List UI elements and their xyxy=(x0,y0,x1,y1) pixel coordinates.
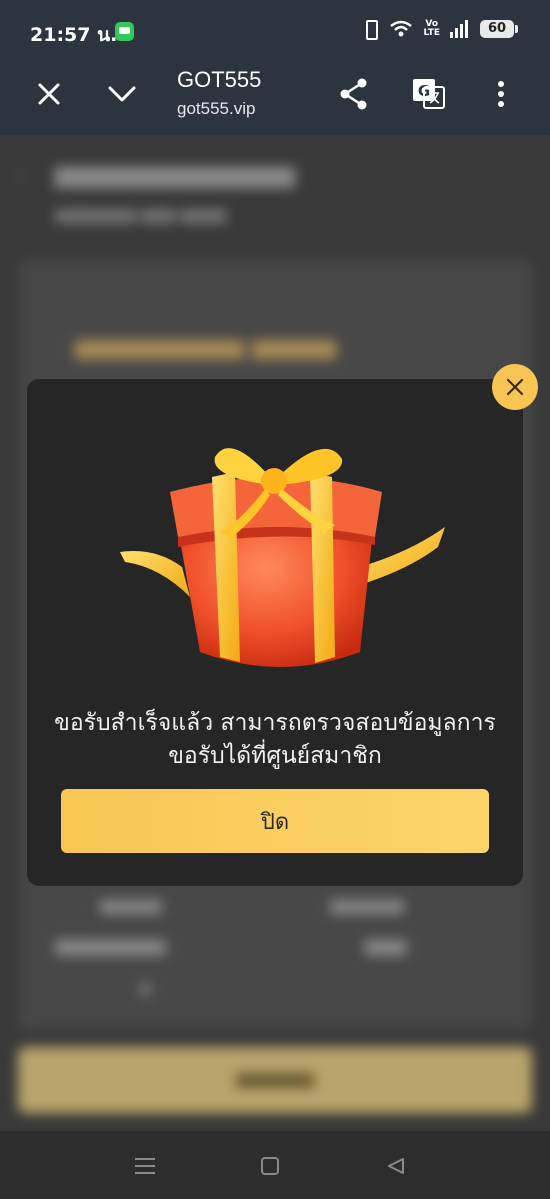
status-icons: Vo LTE 60 xyxy=(361,18,518,40)
blurred-column-header: ▆▆▆▆▆▆ xyxy=(330,895,404,914)
share-icon[interactable] xyxy=(332,72,376,116)
battery-icon: 60 xyxy=(480,20,518,38)
android-navbar xyxy=(0,1131,550,1199)
close-icon xyxy=(506,378,524,396)
menu-icon[interactable] xyxy=(132,1153,158,1179)
signal-icon xyxy=(450,20,470,38)
vibrate-icon xyxy=(361,18,379,40)
blurred-cell: ▆▆▆▆▆▆▆▆ xyxy=(55,935,166,956)
blurred-cell: ▆▆▆ xyxy=(365,935,407,956)
wifi-icon xyxy=(390,20,413,37)
browser-toolbar: GOT555 got555.vip G xyxy=(0,60,550,135)
blurred-column-header: ▆▆▆▆▆ xyxy=(100,895,162,914)
blurred-cell: ▆ xyxy=(140,980,151,996)
close-button[interactable]: ปิด xyxy=(61,789,489,853)
page-url[interactable]: got555.vip xyxy=(177,99,255,119)
page-title: GOT555 xyxy=(177,67,262,92)
home-square-icon[interactable] xyxy=(257,1153,283,1179)
blurred-card-title: ▆▆▆▆▆▆▆▆▆▆ ▆▆▆▆▆ xyxy=(75,335,337,360)
translate-icon[interactable]: G xyxy=(407,72,451,116)
modal-message: ขอรับสำเร็จแล้ว สามารถตรวจสอบข้อมูลการขอ… xyxy=(54,710,496,769)
modal-close-button[interactable] xyxy=(492,364,538,410)
blurred-button-label: ▆▆▆▆▆▆ xyxy=(235,1069,315,1089)
close-button-label: ปิด xyxy=(260,809,290,835)
blurred-action-button: ▆▆▆▆▆▆ xyxy=(18,1047,532,1113)
back-triangle-icon[interactable] xyxy=(383,1153,409,1179)
close-icon[interactable] xyxy=(27,72,71,116)
gift-box-icon xyxy=(120,448,445,667)
volte-label: Vo LTE xyxy=(423,19,440,38)
status-bar: 21:57 น. Vo LTE 60 xyxy=(0,0,550,60)
blurred-subheading: ▆▆▆▆▆▆▆ ▆▆▆ ▆▆▆▆ xyxy=(55,205,227,223)
back-arrow-icon: ‹ xyxy=(18,163,26,187)
blurred-heading: ▆▆▆▆▆▆▆▆▆▆▆▆▆ xyxy=(55,160,295,188)
chevron-down-icon[interactable] xyxy=(100,72,144,116)
more-vert-icon[interactable] xyxy=(479,72,523,116)
message-icon xyxy=(115,22,134,41)
status-time: 21:57 น. xyxy=(30,24,118,46)
